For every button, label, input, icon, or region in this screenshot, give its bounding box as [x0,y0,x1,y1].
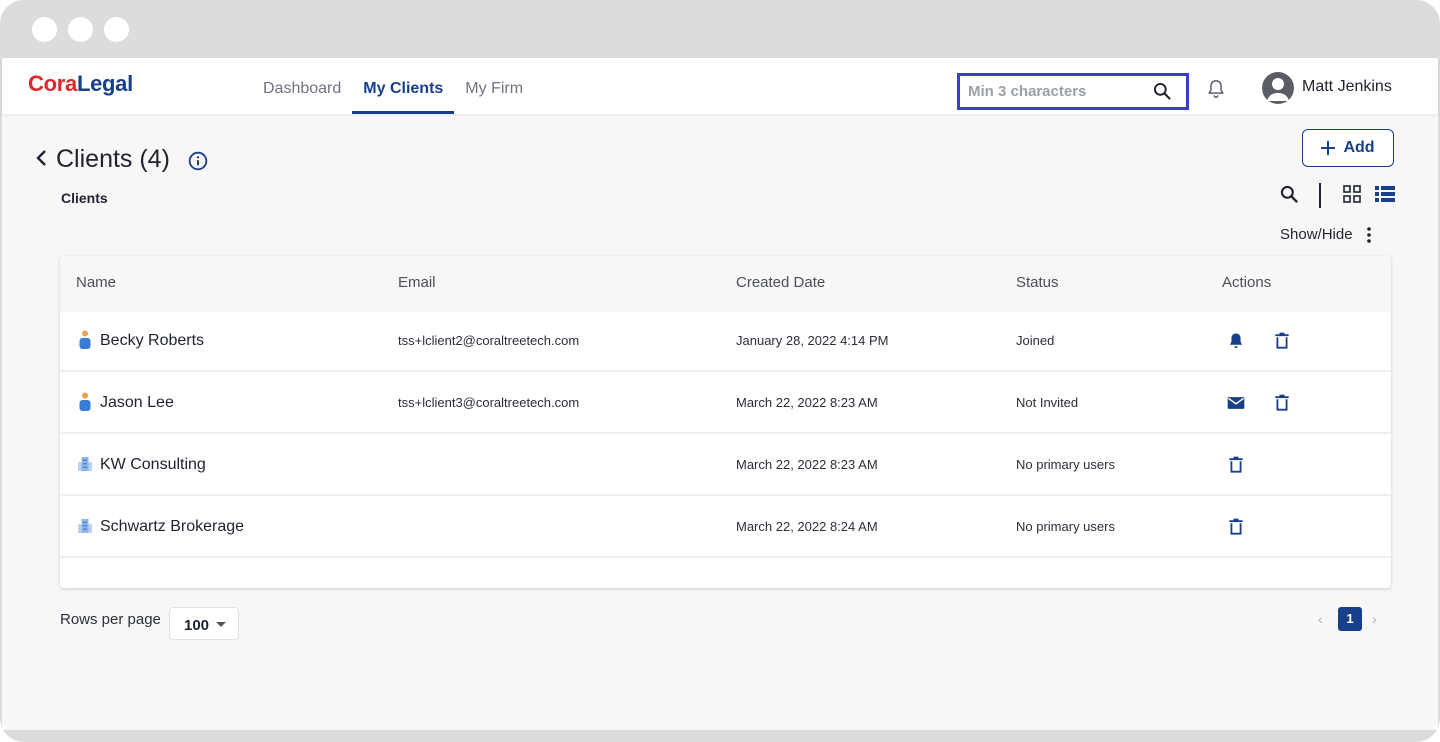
caret-down-icon [216,622,226,627]
window-titlebar [0,0,1440,58]
nav-tab-my-firm[interactable]: My Firm [454,58,534,114]
column-header-actions: Actions [1222,274,1272,291]
info-icon[interactable] [188,151,208,171]
next-page-button[interactable]: › [1372,611,1377,627]
search-icon[interactable] [1152,81,1172,101]
rows-per-page-label: Rows per page [60,611,161,628]
column-header-status[interactable]: Status [1016,274,1059,291]
plus-icon [1321,141,1336,155]
nav-tab-dashboard[interactable]: Dashboard [252,58,352,114]
person-icon [79,392,91,411]
rows-per-page-value: 100 [184,617,210,634]
notification-bell-icon[interactable] [1205,78,1227,100]
back-chevron-icon[interactable] [34,148,48,168]
bell-icon[interactable] [1226,331,1246,351]
user-silhouette-icon [1267,78,1289,101]
browser-window: CoraLegal Dashboard My Clients My Firm M… [0,0,1440,742]
table-row[interactable]: Becky Roberts tss+lclient2@coraltreetech… [60,312,1391,372]
table-row[interactable]: KW Consulting March 22, 2022 8:23 AM No … [60,436,1391,496]
client-name[interactable]: Jason Lee [100,394,174,412]
previous-page-button[interactable]: ‹ [1318,611,1323,627]
user-name[interactable]: Matt Jenkins [1302,78,1392,96]
client-status: Joined [1016,333,1055,348]
person-icon [79,330,91,349]
global-search-input[interactable] [960,76,1135,107]
global-search-box [957,73,1189,110]
client-name[interactable]: Schwartz Brokerage [100,518,244,536]
window-maximize-dot[interactable] [104,17,129,42]
section-subtitle: Clients [61,190,108,206]
client-status: No primary users [1016,519,1115,534]
logo-text-cora: Cora [28,71,77,96]
table-search-icon[interactable] [1279,184,1299,204]
client-status: Not Invited [1016,395,1079,410]
page-title: Clients (4) [56,145,170,173]
trash-icon[interactable] [1272,331,1292,351]
rows-per-page-select[interactable]: 100 [169,607,239,640]
column-header-name[interactable]: Name [76,274,116,291]
toolbar-divider [1319,183,1321,208]
mail-icon[interactable] [1226,393,1246,413]
client-email: tss+lclient3@coraltreetech.com [398,395,580,410]
client-status: No primary users [1016,457,1115,472]
table-row[interactable]: Schwartz Brokerage March 22, 2022 8:24 A… [60,498,1391,558]
top-header: CoraLegal Dashboard My Clients My Firm M… [2,58,1438,114]
window-minimize-dot[interactable] [68,17,93,42]
building-icon [78,519,92,533]
grid-view-icon[interactable] [1343,185,1361,203]
page-number-button[interactable]: 1 [1338,607,1362,631]
trash-icon[interactable] [1226,517,1246,537]
clients-table: Name Email Created Date Status Actions B… [60,256,1391,588]
coralegal-logo[interactable]: CoraLegal [28,71,133,97]
nav-tab-my-clients[interactable]: My Clients [352,58,455,114]
table-header: Name Email Created Date Status Actions [60,256,1391,312]
app-container: CoraLegal Dashboard My Clients My Firm M… [2,58,1438,730]
show-hide-columns-button[interactable]: Show/Hide [1280,226,1353,243]
client-name[interactable]: Becky Roberts [100,332,204,350]
main-nav: Dashboard My Clients My Firm [252,58,534,114]
add-button-label: Add [1343,139,1375,156]
list-view-icon[interactable] [1375,185,1395,203]
trash-icon[interactable] [1272,393,1292,413]
column-header-email[interactable]: Email [398,274,436,291]
logo-text-legal: Legal [76,71,133,96]
client-created-date: March 22, 2022 8:23 AM [736,457,878,472]
add-client-button[interactable]: Add [1302,129,1394,167]
table-row[interactable]: Jason Lee tss+lclient3@coraltreetech.com… [60,374,1391,434]
client-email: tss+lclient2@coraltreetech.com [398,333,580,348]
building-icon [78,457,92,471]
client-created-date: March 22, 2022 8:24 AM [736,519,878,534]
client-created-date: January 28, 2022 4:14 PM [736,333,889,348]
client-created-date: March 22, 2022 8:23 AM [736,395,878,410]
column-header-created-date[interactable]: Created Date [736,274,825,291]
trash-icon[interactable] [1226,455,1246,475]
client-name[interactable]: KW Consulting [100,456,206,474]
more-vertical-icon[interactable] [1364,226,1374,244]
window-close-dot[interactable] [32,17,57,42]
user-avatar[interactable] [1262,72,1294,104]
